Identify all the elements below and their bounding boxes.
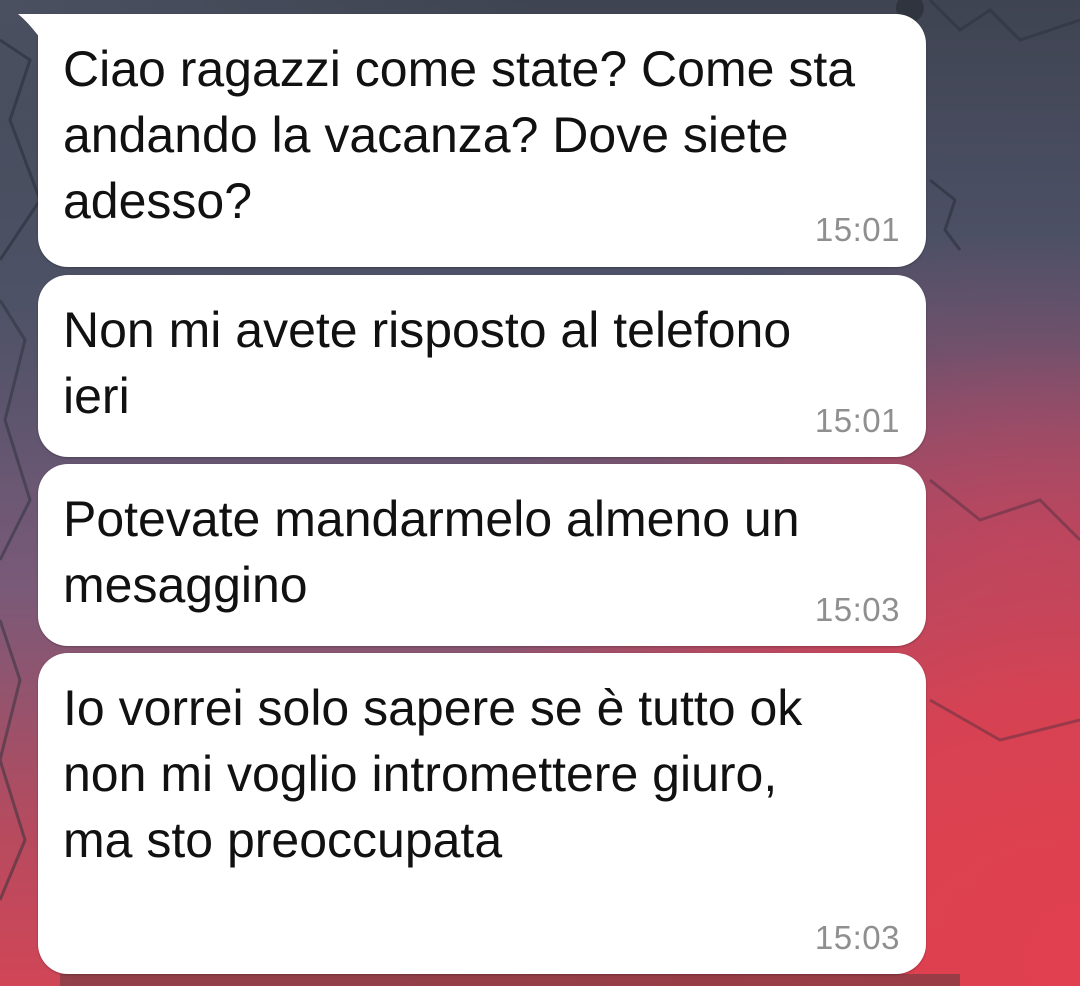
message-bubble[interactable]: Non mi avete risposto al telefono ieri 1… [38, 275, 926, 457]
message-text: Ciao ragazzi come state? Come sta andand… [63, 41, 869, 229]
message-text: Non mi avete risposto al telefono ieri [63, 302, 806, 424]
message-timestamp: 15:01 [814, 402, 900, 439]
message-bubble[interactable]: Potevate mandarmelo almeno un mesaggino … [38, 464, 926, 646]
message-timestamp: 15:01 [814, 211, 900, 248]
message-text: Io vorrei solo sapere se è tutto ok non … [63, 680, 817, 868]
message-text: Potevate mandarmelo almeno un mesaggino [63, 491, 814, 613]
chat-message-list: Ciao ragazzi come state? Come sta andand… [0, 0, 1080, 986]
message-bubble[interactable]: Io vorrei solo sapere se è tutto ok non … [38, 653, 926, 974]
message-timestamp: 15:03 [814, 919, 900, 956]
message-timestamp: 15:03 [814, 591, 900, 628]
message-bubble[interactable]: Ciao ragazzi come state? Come sta andand… [18, 14, 926, 267]
bubble-tail-icon [18, 14, 40, 38]
